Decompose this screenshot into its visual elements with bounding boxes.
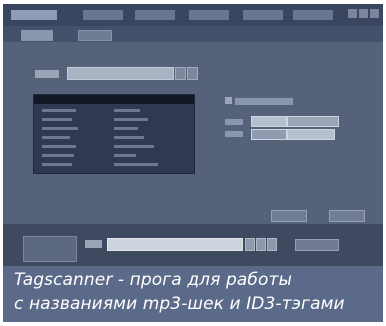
list-item[interactable]	[42, 118, 72, 121]
close-icon[interactable]	[370, 9, 379, 18]
list-item[interactable]	[42, 109, 76, 112]
start-button[interactable]	[23, 236, 77, 262]
file-list[interactable]	[33, 94, 195, 174]
minimize-icon[interactable]	[348, 9, 357, 18]
menu-item-4[interactable]	[189, 10, 229, 20]
select-2[interactable]	[287, 116, 339, 127]
browse-button[interactable]	[175, 67, 186, 80]
field-label-1	[225, 119, 243, 125]
menu-bar	[3, 4, 383, 26]
format-button-1[interactable]	[245, 238, 255, 251]
list-item[interactable]	[42, 136, 70, 139]
list-item[interactable]	[114, 118, 148, 121]
select-1[interactable]	[251, 116, 287, 127]
menu-item-2[interactable]	[83, 10, 123, 20]
format-button-3[interactable]	[267, 238, 277, 251]
preview-button[interactable]	[295, 239, 339, 251]
app-window	[3, 4, 383, 266]
screenshot-frame: Tagscanner - прога для работы с названия…	[0, 0, 386, 326]
list-item[interactable]	[114, 127, 138, 130]
directory-field[interactable]	[67, 67, 174, 80]
caption-line-2: с названиями mp3-шек и ID3-тэгами	[14, 294, 345, 314]
list-item[interactable]	[114, 109, 140, 112]
tab-2[interactable]	[78, 30, 112, 41]
list-item[interactable]	[114, 163, 158, 166]
tab-bar	[3, 26, 383, 42]
menu-item-6[interactable]	[293, 10, 333, 20]
select-3[interactable]	[251, 129, 287, 140]
caption-line-1: Tagscanner - прога для работы	[14, 270, 292, 290]
list-item[interactable]	[42, 127, 78, 130]
option-checkbox[interactable]	[225, 97, 232, 104]
action-button-2[interactable]	[329, 210, 365, 222]
format-label	[85, 240, 102, 248]
action-button-1[interactable]	[271, 210, 307, 222]
option-label	[235, 98, 293, 105]
tab-1[interactable]	[21, 30, 53, 41]
field-label-2	[225, 131, 243, 137]
list-item[interactable]	[42, 145, 76, 148]
menu-item-5[interactable]	[243, 10, 283, 20]
list-item[interactable]	[42, 163, 72, 166]
list-item[interactable]	[114, 154, 136, 157]
directory-label	[35, 70, 59, 78]
select-4[interactable]	[287, 129, 335, 140]
refresh-button[interactable]	[187, 67, 198, 80]
menu-item-3[interactable]	[135, 10, 175, 20]
format-button-2[interactable]	[256, 238, 266, 251]
list-item[interactable]	[114, 145, 154, 148]
list-item[interactable]	[42, 154, 74, 157]
caption-box: Tagscanner - прога для работы с названия…	[3, 266, 383, 322]
menu-item-1[interactable]	[11, 10, 57, 20]
list-item[interactable]	[114, 136, 144, 139]
format-field[interactable]	[107, 238, 243, 251]
maximize-icon[interactable]	[359, 9, 368, 18]
file-list-header	[34, 95, 194, 104]
